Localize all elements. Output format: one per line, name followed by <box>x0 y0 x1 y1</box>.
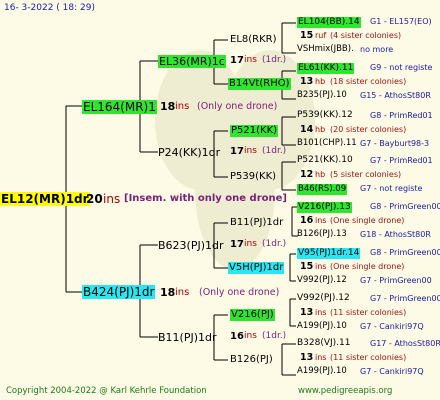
g3-queen-name[interactable]: B11(PJ)1dr <box>230 218 283 228</box>
g4-generation-origin: G8 - PrimRed01 <box>370 111 433 120</box>
g4-sire-name[interactable]: EL104(BB).14 <box>297 17 361 28</box>
root-queen-name[interactable]: EL12(MR)1dr <box>0 192 90 206</box>
g2-note: (1dr.) <box>262 146 287 156</box>
g4-count: 15 <box>300 30 314 41</box>
g2-queen-name[interactable]: EL36(MR)1c <box>158 55 226 68</box>
g3-queen-name[interactable]: B126(PJ) <box>230 355 273 365</box>
g2-queen-name[interactable]: B11(PJ)1dr <box>158 332 217 343</box>
g4-count: 14 <box>300 124 314 135</box>
g3-queen-name[interactable]: P521(KK) <box>230 125 279 137</box>
g4-sister-colonies: (20 sister colonies) <box>330 125 407 134</box>
g4-generation-origin: G9 - not registe <box>370 63 433 72</box>
g4-sire-name[interactable]: V992(PJ).12 <box>297 294 350 303</box>
g1-ins: ins <box>175 287 190 298</box>
g4-sister-colonies: (5 sister colonies) <box>330 170 402 179</box>
g4-dam-name[interactable]: VSHmix(JBB). <box>297 45 354 54</box>
g3-queen-name[interactable]: V216(PJ) <box>230 309 275 321</box>
g4-dam-origin: G7 - Bayburt98-3 <box>360 139 430 148</box>
g4-dam-origin: G7 - PrimGreen00 <box>360 276 432 285</box>
g4-count: 16 <box>300 215 314 226</box>
root-ins: ins <box>103 192 121 206</box>
g4-dam-origin: G15 - AthosSt80R <box>360 91 431 100</box>
g4-dam-name[interactable]: B101(CHP).11 <box>297 139 357 148</box>
root-note: [Insem. with only one drone] <box>124 193 287 204</box>
g4-sister-colonies: (11 sister colonies) <box>330 308 407 317</box>
pedigree-page: 16- 3-2022 ( 18: 29) EL12(MR)1dr 20 ins … <box>0 0 440 400</box>
g1-ins: ins <box>175 101 190 112</box>
g4-dam-origin: G7 - not registe <box>360 184 423 193</box>
g4-sister-colonies: (One single drone) <box>330 262 405 271</box>
copyright-text: Copyright 2004-2022 @ Karl Kehrle Founda… <box>6 386 207 396</box>
g4-sister-colonies: (4 sister colonies) <box>330 31 402 40</box>
g3-queen-name[interactable]: B14Vt(RHO) <box>228 78 291 90</box>
g4-mating-type: hb <box>315 170 326 179</box>
g1-count: 18 <box>160 100 176 113</box>
g4-generation-origin: G8 - PrimGreen00 <box>370 202 440 211</box>
g4-dam-name[interactable]: B235(PJ).10 <box>297 91 347 100</box>
g2-note: (1dr.) <box>262 239 287 249</box>
g4-sire-name[interactable]: EL61(KK).11 <box>297 63 355 74</box>
g4-dam-name[interactable]: A199(PJ).10 <box>297 322 347 331</box>
g2-ins: ins <box>244 55 257 65</box>
g4-mating-type: ins <box>315 353 327 362</box>
site-link[interactable]: www.pedigreeapis.org <box>298 387 392 396</box>
g4-dam-origin: no more <box>360 45 394 54</box>
g1-queen-name[interactable]: B424(PJ)1dr <box>82 285 156 299</box>
g4-dam-name[interactable]: A199(PJ).10 <box>297 367 347 376</box>
g2-count: 16 <box>230 331 244 342</box>
g2-count: 17 <box>230 55 244 66</box>
g4-count: 13 <box>300 307 314 318</box>
g4-count: 12 <box>300 169 314 180</box>
g4-sister-colonies: (18 sister colonies) <box>330 77 407 86</box>
g2-queen-name[interactable]: P24(KK)1dr <box>158 147 220 158</box>
g4-count: 13 <box>300 76 314 87</box>
g4-generation-origin: G7 - PrimRed01 <box>370 156 433 165</box>
g4-sister-colonies: (11 sister colonies) <box>330 353 407 362</box>
g4-dam-origin: G7 - Cankiri97Q <box>360 367 424 376</box>
g2-note: (1dr.) <box>262 331 287 341</box>
g4-dam-name[interactable]: B46(RS).09 <box>297 184 348 195</box>
g2-queen-name[interactable]: B623(PJ)1dr <box>158 240 224 251</box>
g4-dam-origin: G18 - AthosSt80R <box>360 230 431 239</box>
g4-dam-name[interactable]: V992(PJ).12 <box>297 276 347 285</box>
g4-generation-origin: G8 - PrimGreen00 <box>370 248 440 257</box>
g4-mating-type: ruf <box>315 31 327 40</box>
g4-dam-origin: G7 - Cankiri97Q <box>360 322 424 331</box>
g4-mating-type: ins <box>315 308 327 317</box>
g2-ins: ins <box>244 239 257 249</box>
g1-count: 18 <box>160 286 176 299</box>
g2-ins: ins <box>244 146 257 156</box>
g3-queen-name[interactable]: P539(KK) <box>230 172 276 182</box>
g2-ins: ins <box>244 331 257 341</box>
g1-note: (Only one drone) <box>197 101 278 112</box>
g2-count: 17 <box>230 146 244 157</box>
g4-sire-name[interactable]: V95(PJ)1dr.14 <box>297 248 361 259</box>
g4-mating-type: hb <box>315 125 326 134</box>
g4-dam-name[interactable]: B126(PJ).13 <box>297 230 347 239</box>
g4-sire-name[interactable]: V216(PJ).13 <box>297 202 352 213</box>
g4-generation-origin: G1 - EL157(EO) <box>370 17 432 26</box>
g4-mating-type: ins <box>315 216 327 225</box>
g4-sire-name[interactable]: P539(KK).12 <box>297 111 353 120</box>
g4-sire-name[interactable]: B328(VJ).11 <box>297 339 351 348</box>
report-date: 16- 3-2022 ( 18: 29) <box>4 3 95 13</box>
root-count: 20 <box>86 192 103 206</box>
g4-mating-type: ins <box>315 262 327 271</box>
g4-generation-origin: G17 - AthosSt80R <box>370 339 440 348</box>
g3-queen-name[interactable]: V5H(PJ)1dr <box>228 262 285 274</box>
g4-sire-name[interactable]: P521(KK).10 <box>297 156 353 165</box>
g3-queen-name[interactable]: EL8(RKR) <box>230 35 277 45</box>
g4-generation-origin: G7 - PrimGreen00 <box>370 294 440 303</box>
g4-mating-type: hb <box>315 77 326 86</box>
g4-count: 13 <box>300 352 314 363</box>
g2-count: 17 <box>230 239 244 250</box>
g1-queen-name[interactable]: EL164(MR)1 <box>82 100 157 114</box>
g4-count: 15 <box>300 261 314 272</box>
g4-sister-colonies: (One single drone) <box>330 216 405 225</box>
g2-note: (1dr.) <box>262 55 287 65</box>
g1-note: (Only one drone) <box>199 287 280 298</box>
